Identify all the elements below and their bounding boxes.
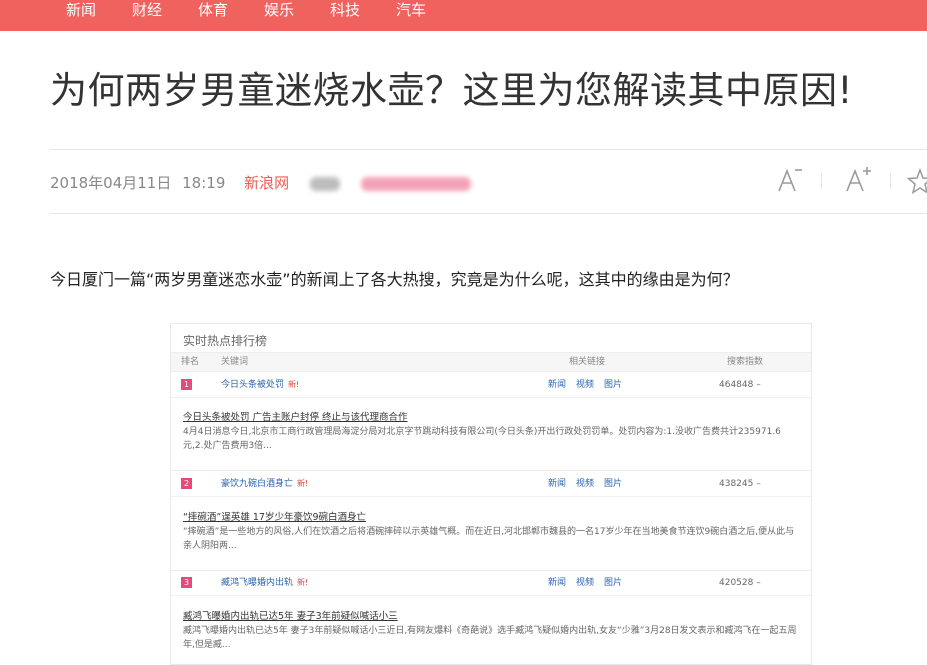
font-decrease-button[interactable] [775,166,809,196]
video-link[interactable]: 视频 [576,380,594,390]
rank-badge: 2 [181,478,192,489]
tool-divider [890,173,891,189]
star-icon [906,167,927,195]
hotlist-detail: 今日头条被处罚 广告主账户封停 终止与该代理商合作 4月4日消息今日,北京市工商… [183,411,799,453]
news-link[interactable]: 新闻 [548,479,566,489]
header-keyword: 关键词 [221,357,249,367]
tool-divider [821,173,822,189]
font-increase-icon [846,167,871,192]
nav-item-news[interactable]: 新闻 [66,0,96,22]
publish-time: 18:19 [182,174,226,192]
detail-text: 4月4日消息今日,北京市工商行政管理局海淀分局对北京字节跳动科技有限公司(今日头… [183,427,781,451]
header-count: 搜索指数 [727,357,764,367]
detail-text: 臧鸿飞曝婚内出轨已达5年 妻子3年前疑似喊话小三近日,有网友爆料《奇葩说》选手臧… [183,626,797,650]
detail-text: “摔碗酒”是一些地方的风俗,人们在饮酒之后将酒碗摔碎以示英雄气概。而在近日,河北… [183,527,795,551]
related-links: 新闻 视频 图片 [548,571,632,595]
keyword-link[interactable]: 豪饮九碗白酒身亡 新! [221,472,308,496]
divider [50,213,927,214]
related-links: 新闻 视频 图片 [548,472,632,496]
font-decrease-icon [778,168,802,192]
hotlist-title: 实时热点排行榜 [183,334,268,348]
nav-item-tech[interactable]: 科技 [330,0,360,22]
nav-item-auto[interactable]: 汽车 [396,0,426,22]
embedded-hotlist-image: 实时热点排行榜 排名 关键词 相关链接 搜索指数 1 今日头条被处罚 新! 新闻视… [170,323,812,665]
nav-item-finance[interactable]: 财经 [132,0,162,22]
new-badge: 新! [297,578,309,587]
keyword-link[interactable]: 今日头条被处罚 新! [221,373,299,397]
hotlist-row: 3 臧鸿飞曝婚内出轨 新! 新闻 视频 图片 420528 – [171,571,811,596]
blurred-author [309,176,340,191]
search-count: 420528 – [719,578,761,588]
keyword-link[interactable]: 臧鸿飞曝婚内出轨 新! [221,571,308,595]
detail-title-link[interactable]: 臧鸿飞曝婚内出轨已达5年 妻子3年前疑似喊话小三 [183,610,799,624]
header-links: 相关链接 [569,357,606,367]
publish-date: 2018年04月11日 [50,174,172,192]
hotlist-detail: “摔碗酒”逞英雄 17岁少年豪饮9碗白酒身亡 “摔碗酒”是一些地方的风俗,人们在… [183,511,799,553]
header-rank: 排名 [181,357,200,367]
font-increase-button[interactable] [843,166,877,196]
news-link[interactable]: 新闻 [548,380,566,390]
detail-title-link[interactable]: “摔碗酒”逞英雄 17岁少年豪饮9碗白酒身亡 [183,511,799,525]
nav-item-sports[interactable]: 体育 [198,0,228,22]
search-count: 438245 – [719,479,761,489]
rank-badge: 3 [181,577,192,588]
article-title: 为何两岁男童迷烧水壶？这里为您解读其中原因! [50,69,853,112]
article-meta: 2018年04月11日 18:19 新浪网 [50,172,471,194]
top-nav-bar: 新闻 财经 体育 娱乐 科技 汽车 [0,0,927,31]
divider [50,149,927,150]
video-link[interactable]: 视频 [576,479,594,489]
favorite-button[interactable] [905,166,927,196]
hotlist-row: 1 今日头条被处罚 新! 新闻 视频 图片 464848 – [171,373,811,398]
nav-item-entertainment[interactable]: 娱乐 [264,0,294,22]
new-badge: 新! [288,380,300,389]
hotlist-detail: 臧鸿飞曝婚内出轨已达5年 妻子3年前疑似喊话小三 臧鸿飞曝婚内出轨已达5年 妻子… [183,610,799,652]
rank-badge: 1 [181,379,192,390]
related-links: 新闻 视频 图片 [548,373,632,397]
blurred-editor [360,176,471,191]
source-link[interactable]: 新浪网 [244,174,289,192]
image-link[interactable]: 图片 [604,578,622,588]
image-link[interactable]: 图片 [604,380,622,390]
news-link[interactable]: 新闻 [548,578,566,588]
image-link[interactable]: 图片 [604,479,622,489]
new-badge: 新! [297,479,309,488]
divider [171,470,811,471]
video-link[interactable]: 视频 [576,578,594,588]
search-count: 464848 – [719,380,761,390]
hotlist-header: 排名 关键词 相关链接 搜索指数 [171,352,811,372]
detail-title-link[interactable]: 今日头条被处罚 广告主账户封停 终止与该代理商合作 [183,411,799,425]
article-lead: 今日厦门一篇“两岁男童迷恋水壶”的新闻上了各大热搜，究竟是为什么呢，这其中的缘由… [50,270,739,289]
hotlist-row: 2 豪饮九碗白酒身亡 新! 新闻 视频 图片 438245 – [171,472,811,497]
